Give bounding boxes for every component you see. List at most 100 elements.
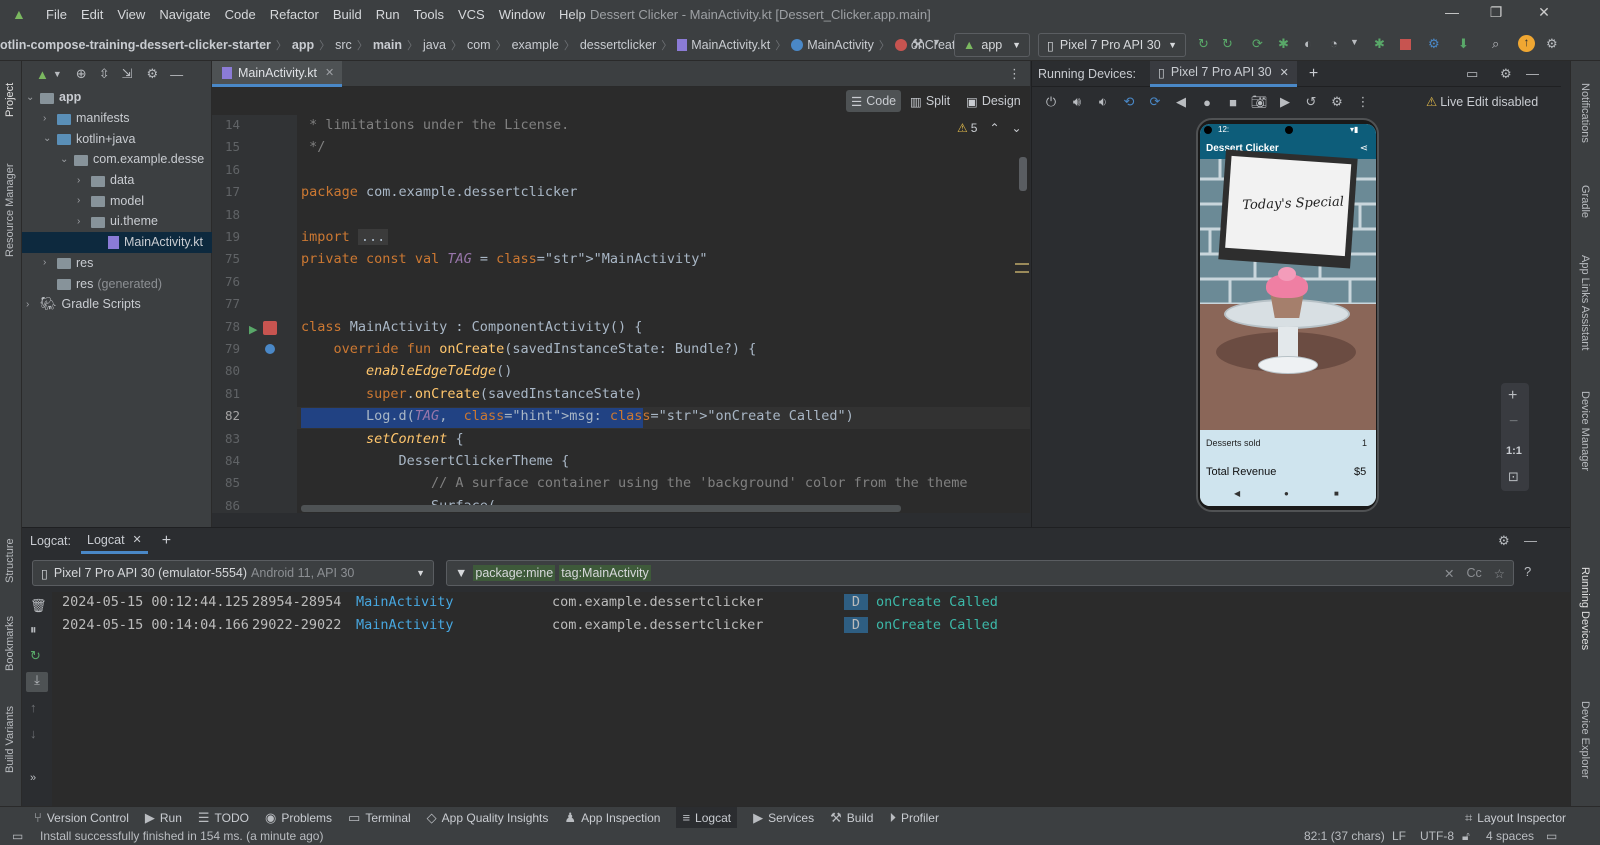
breadcrumb-java[interactable]: java (423, 38, 446, 52)
code-line[interactable]: enableEdgeToEdge() (301, 363, 512, 379)
tool-window-project[interactable]: Project (4, 67, 16, 117)
back-icon[interactable]: ◀ (1168, 94, 1194, 110)
attach-debugger-icon[interactable]: ✱ (1374, 36, 1385, 52)
horizontal-scrollbar[interactable] (301, 505, 901, 512)
tree-item[interactable]: ⌄ app (22, 87, 212, 108)
code-line[interactable]: super.onCreate(savedInstanceState) (301, 386, 642, 402)
logcat-filter-input[interactable]: ▼ package:mine tag:MainActivity ✕ Cc ☆ (446, 560, 1514, 586)
logcat-device-select[interactable]: ▯ Pixel 7 Pro API 30 (emulator-5554) And… (32, 560, 434, 586)
breadcrumb-main[interactable]: main (373, 38, 402, 52)
tool-profiler[interactable]: ⏵ Profiler (889, 810, 939, 826)
gear-icon[interactable]: ⚙ (1498, 533, 1510, 549)
breadcrumb-app[interactable]: app (292, 38, 314, 52)
tool-services[interactable]: ▶ Services (753, 810, 814, 826)
tree-item[interactable]: › 🐘︎ Gradle Scripts (22, 294, 212, 315)
coverage-icon[interactable]: ◔ (1330, 36, 1338, 51)
gear-icon[interactable]: ⚙ (1500, 66, 1512, 82)
chevron-up-icon[interactable]: ⌃ (989, 121, 999, 135)
rotate-left-icon[interactable]: ⟲ (1116, 94, 1142, 110)
tool-window-device-manager[interactable]: Device Manager (1579, 391, 1591, 491)
device-tab[interactable]: ▯ Pixel 7 Pro API 30 ✕ (1149, 60, 1297, 87)
code-line[interactable]: DessertClickerTheme { (301, 453, 570, 469)
tree-item[interactable]: › ui.theme (22, 211, 212, 232)
stop-icon[interactable] (1400, 39, 1411, 50)
tool-window-resource-manager[interactable]: Resource Manager (4, 137, 16, 257)
chevron-right-icon[interactable]: › (26, 299, 40, 310)
status-message[interactable]: Install successfully finished in 154 ms.… (40, 829, 323, 843)
add-tab-icon[interactable]: + (162, 532, 171, 550)
code-line[interactable]: setContent { (301, 431, 464, 447)
scroll-to-end-icon[interactable]: ⤓ (26, 672, 48, 692)
match-case-icon[interactable]: Cc (1467, 566, 1482, 580)
close-tab-icon[interactable]: ✕ (1280, 66, 1289, 79)
expand-all-icon[interactable]: ⇳ (99, 66, 110, 82)
run-config-select[interactable]: ▲ app ▼ (954, 33, 1030, 57)
apply-changes-icon[interactable]: ↻ (1222, 36, 1233, 52)
editor-tab-mainactivity[interactable]: MainActivity.kt ✕ (212, 61, 342, 87)
tool-app-quality-insights[interactable]: ◇ App Quality Insights (427, 810, 549, 826)
logcat-output[interactable]: 2024-05-15 00:12:44.125 28954-28954 MainAc… (52, 592, 1570, 806)
rotate-right-icon[interactable]: ⟳ (1142, 94, 1168, 110)
more-tabs-icon[interactable]: ⋮ (1008, 66, 1021, 82)
menu-edit[interactable]: Edit (81, 7, 103, 22)
tree-item[interactable]: › data (22, 170, 212, 191)
inspection-widget[interactable]: ⚠ 5 ⌃ ⌄ (957, 121, 1022, 135)
down-icon[interactable]: ↓ (30, 726, 37, 741)
zoom-out-icon[interactable]: − (1509, 413, 1518, 431)
settings-gear-icon[interactable]: ⚙ (1546, 36, 1558, 52)
device-screen[interactable]: 12: ▾▮ Dessert Clicker ⋖ Today's Special… (1200, 124, 1376, 506)
chevron-down-icon[interactable]: ⌄ (26, 92, 40, 103)
code-line[interactable]: // A surface container using the 'backgr… (301, 475, 967, 491)
run-gutter-icon[interactable]: ▶ (249, 323, 257, 336)
tool-problems[interactable]: ◉ Problems (265, 810, 332, 826)
menu-navigate[interactable]: Navigate (159, 7, 210, 22)
code-line[interactable]: private const val TAG = class="str">"Mai… (301, 251, 707, 267)
tool-window-running-devices[interactable]: Running Devices (1579, 567, 1591, 677)
minimize-button[interactable]: — (1432, 4, 1472, 24)
code-line[interactable]: package com.example.dessertclicker (301, 184, 577, 200)
lock-icon[interactable]: 🔓︎ (1462, 829, 1470, 844)
updates-icon[interactable]: ↑ (1518, 35, 1535, 52)
code-line[interactable]: override fun onCreate(savedInstanceState… (301, 341, 757, 357)
chevron-right-icon[interactable]: › (77, 216, 91, 227)
breadcrumb-class[interactable]: MainActivity (807, 38, 874, 52)
hide-icon[interactable]: — (1524, 533, 1537, 548)
code-line[interactable]: Log.d(TAG, class="hint">msg: class="str"… (301, 408, 854, 424)
indent-setting[interactable]: 4 spaces (1486, 829, 1534, 843)
fit-screen-icon[interactable]: ⊡ (1508, 469, 1519, 485)
chevron-down-icon[interactable]: ⌄ (1012, 121, 1022, 135)
hide-icon[interactable]: — (170, 67, 183, 82)
tool-run[interactable]: ▶ Run (145, 810, 182, 826)
collapse-all-icon[interactable]: ⇲ (122, 66, 133, 82)
zoom-actual-size[interactable]: 1:1 (1506, 445, 1522, 457)
file-encoding[interactable]: UTF-8 (1420, 829, 1454, 843)
device-select[interactable]: ▯ Pixel 7 Pro API 30 ▼ (1038, 33, 1186, 57)
tool-window-structure[interactable]: Structure (4, 523, 16, 583)
tool-todo[interactable]: ☰ TODO (198, 810, 249, 826)
nav-home-icon[interactable]: ● (1284, 489, 1289, 498)
volume-down-icon[interactable]: 🔉︎ (1090, 94, 1116, 110)
pause-icon[interactable]: ⏸ (30, 622, 37, 638)
tool-window-bookmarks[interactable]: Bookmarks (4, 601, 16, 671)
android-icon[interactable]: ▲ (36, 67, 49, 82)
breadcrumb-src[interactable]: src (335, 38, 352, 52)
memory-icon[interactable]: ▭ (1546, 829, 1557, 843)
menu-window[interactable]: Window (499, 7, 545, 22)
close-tab-icon[interactable]: ✕ (325, 66, 334, 79)
clear-logcat-icon[interactable]: 🗑︎ (30, 598, 47, 614)
profile-icon[interactable]: ◐ (1304, 36, 1312, 51)
rerun-icon[interactable]: ↻ (1198, 36, 1209, 52)
add-device-icon[interactable]: + (1309, 65, 1318, 83)
chevron-right-icon[interactable]: › (77, 195, 91, 206)
chevron-right-icon[interactable]: › (43, 257, 57, 268)
vertical-scrollbar[interactable] (1019, 157, 1027, 191)
breadcrumb-project[interactable]: otlin-compose-training-dessert-clicker-s… (0, 38, 271, 52)
tree-item[interactable]: › res (22, 253, 212, 274)
hammer-icon[interactable]: ⚒ (912, 36, 924, 52)
more-options-icon[interactable]: ⋮ (1350, 94, 1376, 110)
locate-icon[interactable]: ⊕ (76, 66, 87, 82)
breadcrumb-com[interactable]: com (467, 38, 491, 52)
sdk-manager-icon[interactable]: ⬇ (1458, 36, 1469, 52)
menu-vcs[interactable]: VCS (458, 7, 485, 22)
chevron-down-icon[interactable]: ⌄ (43, 133, 57, 144)
